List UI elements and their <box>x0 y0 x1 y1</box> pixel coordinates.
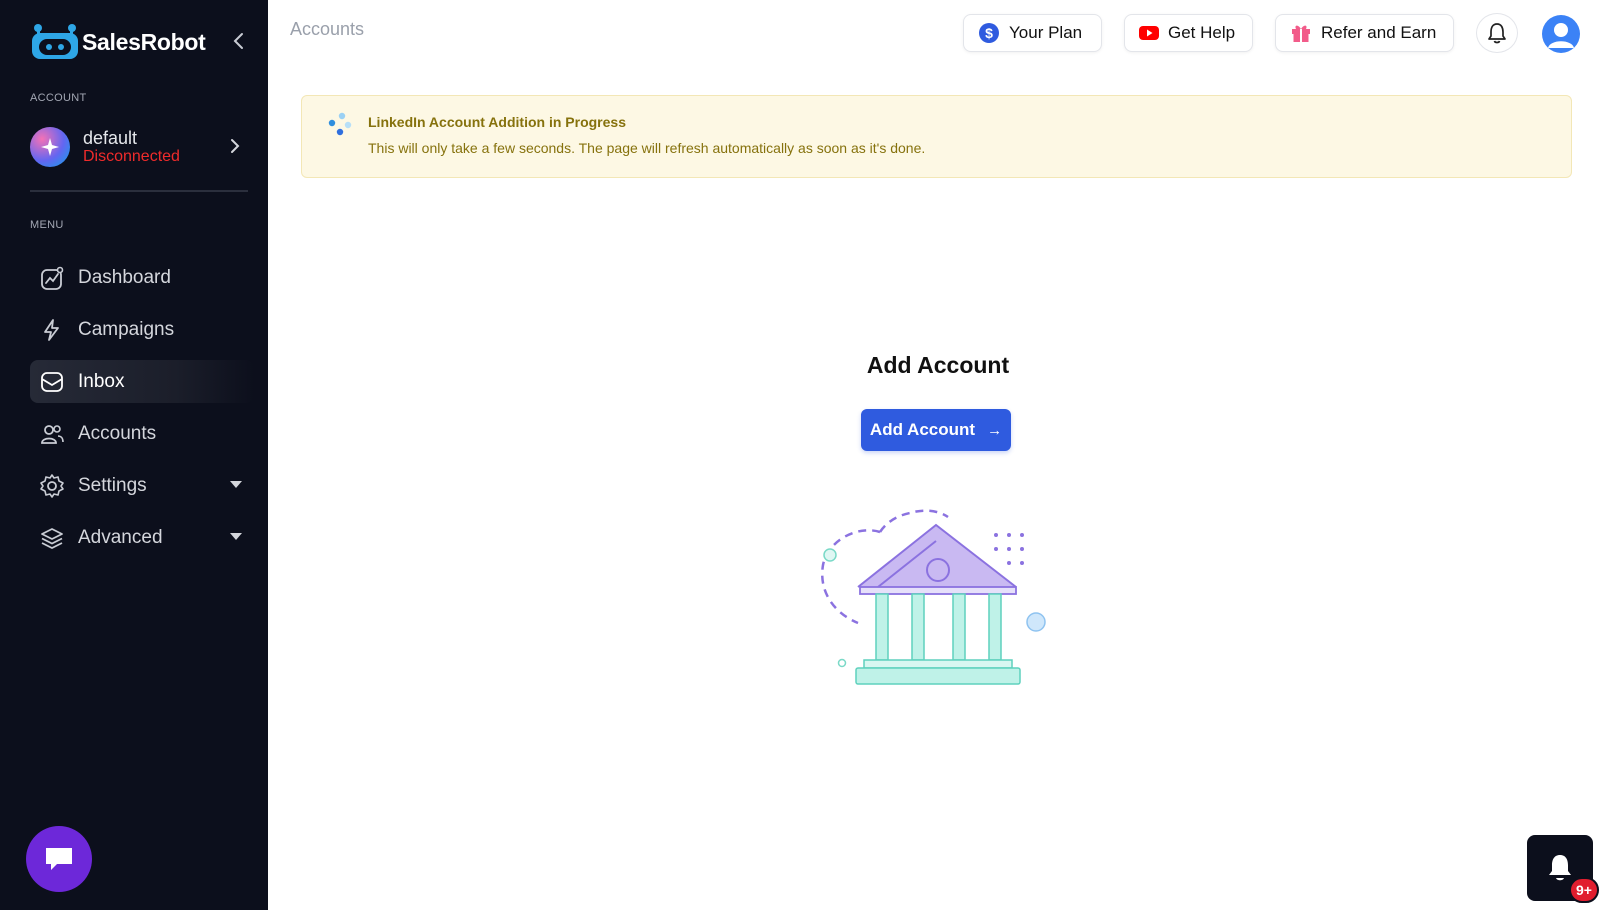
add-account-button-label: Add Account <box>869 420 976 439</box>
sidebar-item-label: Accounts <box>78 422 157 444</box>
account-switcher[interactable]: default Disconnected <box>30 123 248 171</box>
get-help-button[interactable]: Get Help <box>1124 14 1253 52</box>
your-plan-button[interactable]: $ Your Plan <box>963 14 1102 52</box>
sidebar-item-accounts[interactable]: Accounts <box>30 412 254 455</box>
notification-widget[interactable]: 9+ <box>1527 835 1599 903</box>
bell-icon <box>1549 855 1571 881</box>
get-help-label: Get Help <box>1168 23 1236 42</box>
your-plan-label: Your Plan <box>1009 23 1083 42</box>
caret-down-icon <box>230 481 242 488</box>
notification-count-badge: 9+ <box>1569 877 1599 903</box>
gift-icon <box>1290 22 1312 44</box>
empty-state-title: Add Account <box>866 352 1010 378</box>
sidebar-nav: Dashboard Campaigns Inbox Accounts Setti… <box>30 256 254 568</box>
page-title: Accounts <box>290 19 365 39</box>
sidebar-item-label: Inbox <box>78 370 125 392</box>
youtube-icon <box>1139 25 1159 41</box>
sidebar-item-inbox[interactable]: Inbox <box>30 360 254 403</box>
account-avatar <box>30 127 70 167</box>
menu-section-label: MENU <box>30 219 64 231</box>
svg-text:$: $ <box>985 25 993 41</box>
layers-icon <box>39 525 65 551</box>
refer-and-earn-label: Refer and Earn <box>1321 23 1437 42</box>
gear-icon <box>39 473 65 499</box>
chart-icon <box>39 265 65 291</box>
users-icon <box>39 421 65 447</box>
dollar-icon: $ <box>978 22 1000 44</box>
app-name: SalesRobot <box>82 28 206 55</box>
account-status: Disconnected <box>83 148 180 165</box>
app-logo[interactable]: SalesRobot <box>30 20 258 64</box>
chevron-right-icon <box>228 137 242 160</box>
banner-title: LinkedIn Account Addition in Progress <box>368 114 626 130</box>
caret-down-icon <box>230 533 242 540</box>
account-section-label: ACCOUNT <box>30 92 87 104</box>
sidebar-item-label: Campaigns <box>78 318 175 340</box>
mail-icon <box>39 369 65 395</box>
robot-logo-icon <box>30 23 80 61</box>
chat-icon <box>46 848 72 870</box>
sidebar-item-dashboard[interactable]: Dashboard <box>30 256 254 299</box>
bell-icon <box>1488 23 1506 44</box>
bank-illustration <box>818 505 1058 700</box>
notifications-button[interactable] <box>1476 13 1518 53</box>
sidebar-divider <box>30 190 248 192</box>
collapse-sidebar-icon[interactable] <box>228 30 250 52</box>
sparkle-icon <box>41 138 59 156</box>
sidebar-item-label: Advanced <box>78 526 163 548</box>
loading-spinner-icon <box>327 112 355 143</box>
progress-banner: LinkedIn Account Addition in Progress Th… <box>301 95 1572 178</box>
banner-message: This will only take a few seconds. The p… <box>368 140 926 156</box>
account-name: default <box>83 128 138 148</box>
add-account-button[interactable]: Add Account → <box>861 409 1011 451</box>
sidebar-item-campaigns[interactable]: Campaigns <box>30 308 254 351</box>
sidebar-item-settings[interactable]: Settings <box>30 464 254 507</box>
sidebar-item-label: Settings <box>78 474 147 496</box>
bolt-icon <box>39 317 65 343</box>
profile-avatar[interactable] <box>1542 15 1580 53</box>
sidebar: SalesRobot ACCOUNT default Disconnected … <box>0 0 268 910</box>
sidebar-item-label: Dashboard <box>78 266 171 288</box>
chat-support-button[interactable] <box>26 826 92 892</box>
user-icon <box>1548 23 1574 48</box>
sidebar-item-advanced[interactable]: Advanced <box>30 516 254 559</box>
refer-and-earn-button[interactable]: Refer and Earn <box>1275 14 1454 52</box>
arrow-right-icon: → <box>987 421 1003 439</box>
